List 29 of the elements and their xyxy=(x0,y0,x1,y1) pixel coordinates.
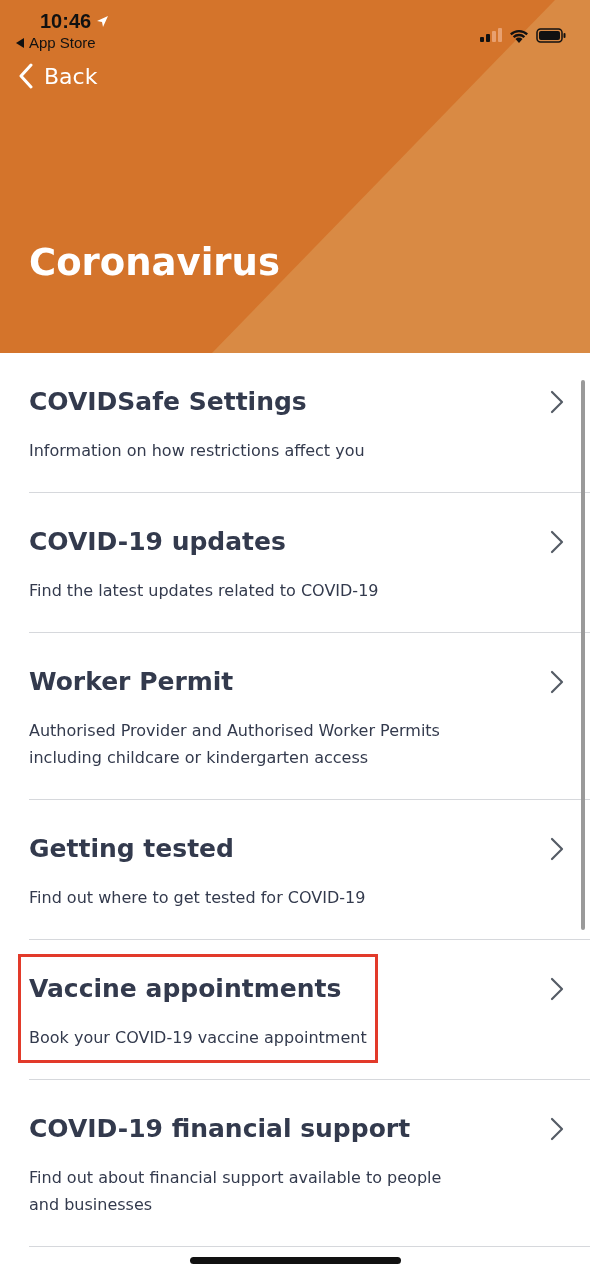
item-description: Find out about financial support available to people and businesses xyxy=(29,1167,443,1216)
chevron-right-icon xyxy=(550,530,564,554)
chevron-right-icon xyxy=(550,837,564,861)
battery-icon xyxy=(536,27,566,43)
chevron-right-icon xyxy=(550,670,564,694)
chevron-right-icon xyxy=(550,977,564,1001)
wifi-icon xyxy=(509,27,529,43)
item-description: Authorised Provider and Authorised Worker Permits including childcare or kindergarten access xyxy=(29,720,441,769)
location-arrow-icon xyxy=(96,15,110,28)
status-time: 10:46 xyxy=(40,10,92,33)
item-description: Information on how restrictions affect you xyxy=(29,440,365,462)
page-title: Coronavirus xyxy=(29,240,281,286)
item-title: Vaccine appointments xyxy=(29,973,343,1005)
item-title: COVID-19 financial support xyxy=(29,1113,412,1145)
item-title: Worker Permit xyxy=(29,666,235,698)
item-title: Getting tested xyxy=(29,833,235,865)
chevron-left-icon xyxy=(18,63,34,89)
back-triangle-icon xyxy=(16,37,25,48)
item-description: Find the latest updates related to COVID-19 xyxy=(29,580,379,602)
back-to-app-link[interactable]: App Store xyxy=(16,34,110,51)
menu-item[interactable]: COVID-19 financial support Find out about financial support available to people and businesses xyxy=(29,1080,590,1247)
chevron-right-icon xyxy=(550,390,564,414)
signal-icon xyxy=(480,28,502,42)
chevron-right-icon xyxy=(550,1117,564,1141)
item-title: COVIDSafe Settings xyxy=(29,386,308,418)
menu-item[interactable]: Vaccine appointments Book your COVID-19 vaccine appointment xyxy=(29,940,590,1080)
item-title: COVID-19 updates xyxy=(29,526,287,558)
item-description: Find out where to get tested for COVID-19 xyxy=(29,887,366,909)
item-description: Book your COVID-19 vaccine appointment xyxy=(29,1027,367,1049)
